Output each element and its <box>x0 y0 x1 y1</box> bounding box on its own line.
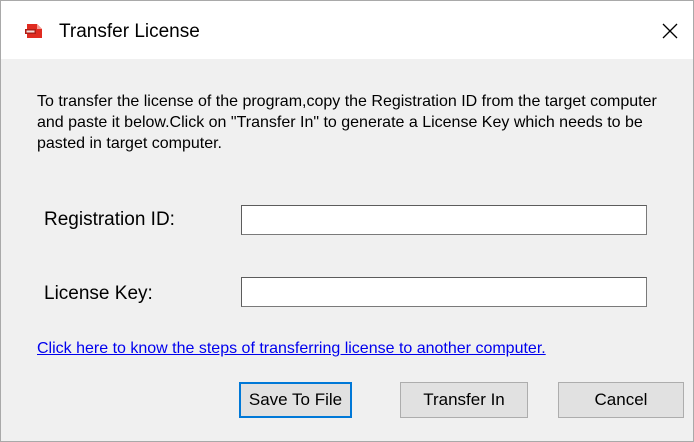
title-bar[interactable]: Transfer License <box>1 1 693 59</box>
license-key-input[interactable] <box>241 277 647 307</box>
close-button[interactable] <box>651 13 689 49</box>
registration-id-label: Registration ID: <box>44 209 175 230</box>
transfer-steps-link[interactable]: Click here to know the steps of transfer… <box>37 339 546 359</box>
close-icon <box>662 23 678 39</box>
save-to-file-button[interactable]: Save To File <box>239 382 352 418</box>
license-key-label: License Key: <box>44 283 153 304</box>
dialog-title: Transfer License <box>59 21 200 42</box>
instructions-text: To transfer the license of the program,c… <box>37 93 657 152</box>
cancel-button[interactable]: Cancel <box>558 382 684 418</box>
transfer-license-dialog: Transfer License To transfer the license… <box>0 0 694 442</box>
pdf-app-icon <box>25 24 42 38</box>
registration-id-input[interactable] <box>241 205 647 235</box>
transfer-in-button[interactable]: Transfer In <box>400 382 528 418</box>
